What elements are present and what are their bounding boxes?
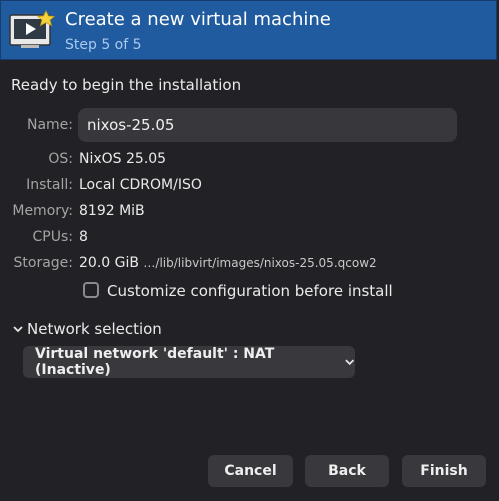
chevron-down-icon <box>13 326 23 333</box>
network-selected-value: Virtual network 'default' : NAT (Inactiv… <box>35 346 275 378</box>
cpus-value: 8 <box>79 229 88 245</box>
customize-label[interactable]: Customize configuration before install <box>107 282 393 300</box>
os-value: NixOS 25.05 <box>79 151 167 167</box>
network-section-label: Network selection <box>27 320 162 338</box>
storage-label: Storage: <box>13 255 74 271</box>
wizard-title: Create a new virtual machine <box>65 9 331 30</box>
ready-heading: Ready to begin the installation <box>11 76 242 94</box>
name-input[interactable] <box>78 108 457 142</box>
cpus-label: CPUs: <box>32 229 73 245</box>
memory-value: 8192 MiB <box>79 203 145 219</box>
chevron-down-icon <box>344 359 354 366</box>
memory-label: Memory: <box>12 203 73 219</box>
wizard-header: Create a new virtual machine Step 5 of 5 <box>0 0 497 60</box>
wizard-step: Step 5 of 5 <box>65 37 142 53</box>
name-label: Name: <box>26 117 73 133</box>
finish-button[interactable]: Finish <box>402 455 486 487</box>
os-label: OS: <box>48 151 73 167</box>
install-label: Install: <box>26 177 73 193</box>
storage-size: 20.0 GiB <box>79 255 139 271</box>
storage-value: 20.0 GiB …/lib/libvirt/images/nixos-25.0… <box>79 255 377 271</box>
monitor-star-icon <box>9 10 55 48</box>
network-dropdown[interactable]: Virtual network 'default' : NAT (Inactiv… <box>23 346 355 378</box>
install-value: Local CDROM/ISO <box>79 177 202 193</box>
back-button[interactable]: Back <box>305 455 389 487</box>
storage-path: …/lib/libvirt/images/nixos-25.05.qcow2 <box>143 256 377 270</box>
customize-checkbox[interactable] <box>83 282 99 298</box>
cancel-button[interactable]: Cancel <box>208 455 293 487</box>
network-section-toggle[interactable]: Network selection <box>12 320 162 338</box>
